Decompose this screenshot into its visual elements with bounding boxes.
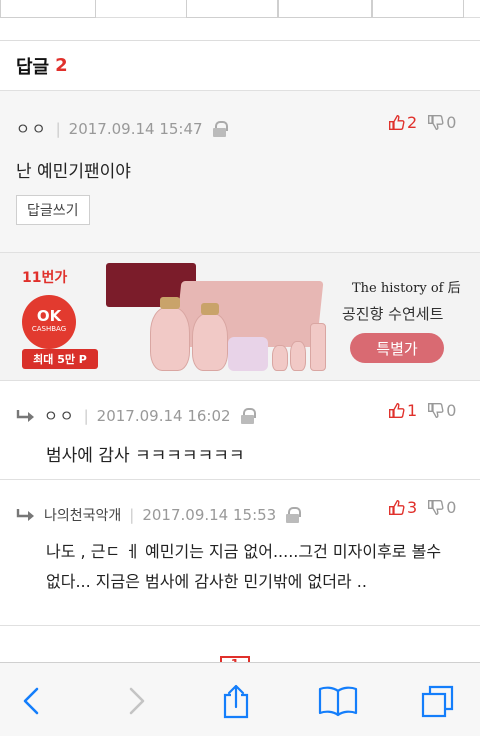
reply-item: ㅇㅇ | 2017.09.14 16:02 1 0 범사에 감사 ㅋㅋㅋㅋㅋㅋㅋ	[0, 381, 480, 480]
like-button[interactable]: 1	[388, 401, 417, 420]
reply-votes: 3 0	[388, 498, 456, 517]
reply-item: 나의천국악개 | 2017.09.14 15:53 3 0 나도 , 근ㄷ ㅔ …	[0, 480, 480, 626]
reply-nickname[interactable]: 나의천국악개	[44, 505, 121, 525]
forward-button[interactable]	[116, 681, 156, 721]
product-jar	[228, 337, 268, 371]
bottle-cap	[201, 303, 219, 315]
top-tab-2[interactable]	[186, 0, 278, 18]
product-small-bottle	[272, 345, 288, 371]
dislike-count: 0	[446, 401, 457, 420]
comment-text: 난 예민기팬이야	[16, 162, 131, 182]
tabs-button[interactable]	[418, 681, 458, 721]
top-strip	[0, 0, 480, 18]
replies-header: 답글 2	[0, 40, 480, 90]
ok-sub-label: CASHBAG	[31, 325, 67, 333]
top-tab-4[interactable]	[372, 0, 464, 18]
thumbs-down-icon	[428, 115, 444, 130]
thumbs-up-icon	[389, 500, 405, 515]
reply-nickname[interactable]: ㅇㅇ	[44, 405, 76, 426]
lock-icon	[286, 507, 302, 523]
replies-count: 2	[55, 55, 68, 76]
product-tube	[310, 323, 326, 371]
bookmarks-button[interactable]	[318, 681, 358, 721]
chevron-right-icon	[129, 687, 145, 715]
comment-main: ㅇㅇ | 2017.09.14 15:47 2 0 난 예민기팬이야 답글쓰기	[0, 90, 480, 253]
tabs-icon	[421, 685, 454, 718]
reply-text-line-2: 없다... 지금은 범사에 감사한 민기밖에 없더라 ..	[46, 572, 367, 591]
product-bottle	[150, 307, 190, 371]
ad-11st-label: 11번가	[22, 270, 68, 286]
like-count: 1	[407, 401, 418, 420]
replies-title: 답글	[16, 56, 50, 78]
ad-banner[interactable]: 11번가 OK CASHBAG 최대 5만 P The history of 后…	[0, 253, 480, 381]
reply-datetime: 2017.09.14 15:53	[142, 506, 277, 524]
reply-datetime: 2017.09.14 16:02	[96, 406, 231, 425]
write-reply-button[interactable]: 답글쓰기	[16, 195, 90, 225]
share-button[interactable]	[216, 681, 256, 721]
comment-nickname[interactable]: ㅇㅇ	[16, 118, 48, 139]
bottle-cap	[160, 297, 180, 309]
top-tab-3[interactable]	[278, 0, 372, 18]
back-button[interactable]	[12, 681, 52, 721]
reply-arrow-icon	[16, 409, 34, 422]
reply-votes: 1 0	[388, 401, 456, 420]
dislike-count: 0	[446, 498, 457, 517]
reply-text: 범사에 감사 ㅋㅋㅋㅋㅋㅋㅋ	[46, 446, 245, 466]
meta-separator: |	[83, 406, 89, 425]
dislike-button[interactable]: 0	[427, 401, 456, 420]
product-small-bottle	[290, 341, 306, 371]
reply-text-line-1: 나도 , 근ㄷ ㅔ 예민기는 지금 없어.....그건 미자이후로 볼수	[46, 542, 442, 561]
comment-meta: ㅇㅇ | 2017.09.14 15:47	[16, 118, 228, 139]
like-button[interactable]: 3	[388, 498, 417, 517]
top-tab-1[interactable]	[0, 0, 96, 18]
like-count: 2	[407, 113, 418, 132]
thumbs-up-icon	[389, 115, 405, 130]
like-count: 3	[407, 498, 418, 517]
max-points-badge: 최대 5만 P	[22, 349, 98, 369]
chevron-left-icon	[23, 687, 39, 715]
dislike-button[interactable]: 0	[427, 498, 456, 517]
dislike-button[interactable]: 0	[427, 113, 456, 132]
thumbs-down-icon	[428, 500, 444, 515]
comment-votes: 2 0	[388, 113, 456, 132]
book-icon	[318, 686, 358, 717]
ad-product-name: 공진향 수연세트	[342, 305, 444, 323]
thumbs-up-icon	[389, 403, 405, 418]
thumbs-down-icon	[428, 403, 444, 418]
lock-icon	[212, 120, 228, 137]
browser-toolbar	[0, 662, 480, 736]
product-bottle	[192, 313, 228, 371]
ad-cta-button[interactable]: 특별가	[350, 333, 444, 363]
meta-separator: |	[55, 119, 61, 138]
reply-meta: ㅇㅇ | 2017.09.14 16:02	[16, 405, 256, 426]
meta-separator: |	[129, 506, 135, 524]
ad-brand: The history of 后	[352, 281, 461, 296]
dislike-count: 0	[446, 113, 457, 132]
like-button[interactable]: 2	[388, 113, 417, 132]
reply-meta: 나의천국악개 | 2017.09.14 15:53	[16, 505, 302, 525]
lock-icon	[240, 407, 256, 424]
share-icon	[223, 684, 249, 719]
ok-label: OK	[36, 307, 62, 325]
ok-cashbag-logo: OK CASHBAG	[22, 295, 76, 349]
reply-arrow-icon	[16, 509, 34, 521]
comment-datetime: 2017.09.14 15:47	[68, 119, 203, 138]
